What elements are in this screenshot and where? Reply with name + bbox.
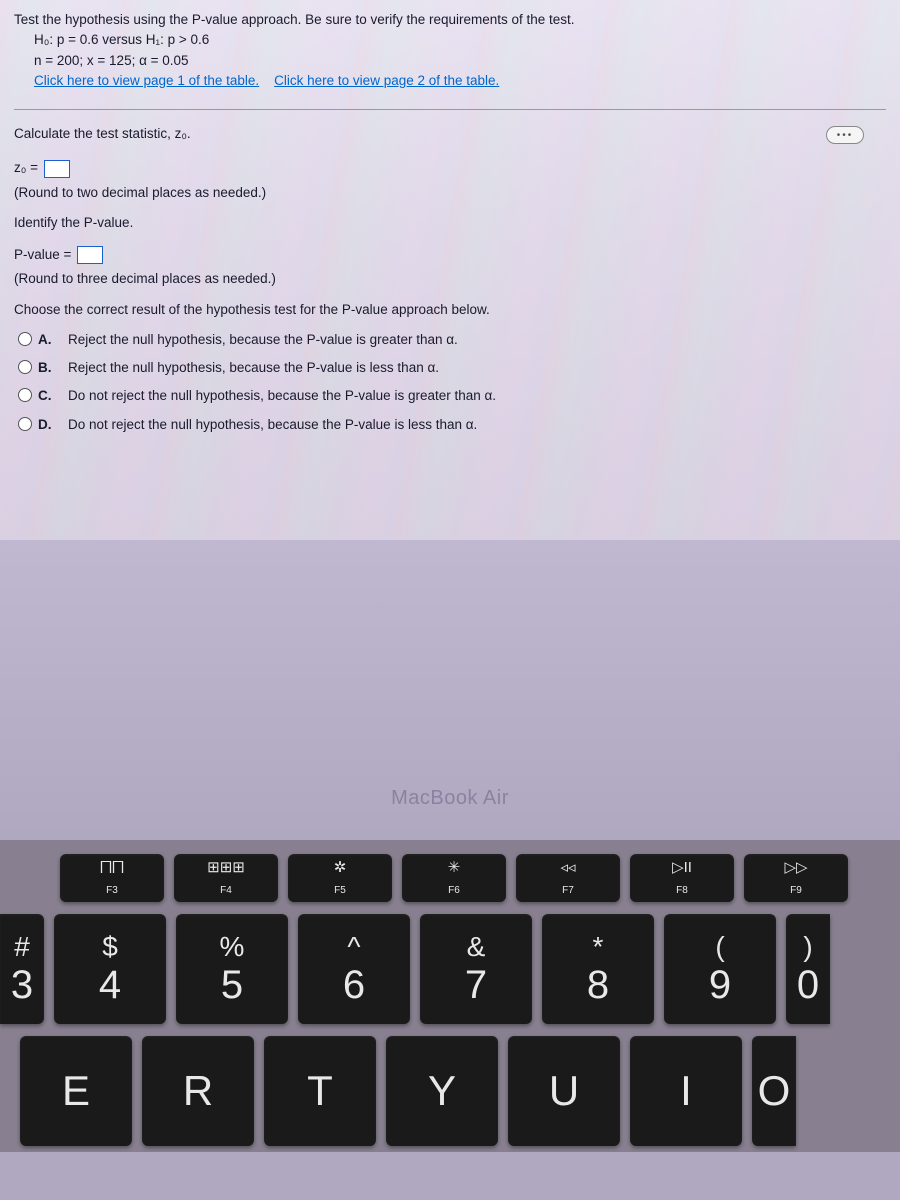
screen-content: Test the hypothesis using the P-value ap… — [0, 0, 900, 540]
key-9-symbol: ( — [715, 933, 724, 961]
f7-key-label: F7 — [562, 885, 574, 896]
option-a[interactable]: A. Reject the null hypothesis, because t… — [18, 330, 886, 350]
f9-key[interactable]: ▷▷ F9 — [744, 854, 848, 902]
f5-key-label: F5 — [334, 885, 346, 896]
key-9-number: 9 — [709, 965, 731, 1005]
f6-key-label: F6 — [448, 885, 460, 896]
option-b-text: Reject the null hypothesis, because the … — [68, 358, 439, 378]
key-y[interactable]: Y — [386, 1036, 498, 1146]
ellipsis-icon: ••• — [837, 128, 854, 143]
function-key-row: ⨅⨅ F3 ⊞⊞⊞ F4 ✲ F5 ✳ F6 ◃◃ F7 ▷II F8 ▷▷ F9 — [0, 848, 900, 908]
option-b-letter: B. — [38, 358, 56, 378]
key-3[interactable]: #3 — [0, 914, 44, 1024]
key-0[interactable]: )0 — [786, 914, 830, 1024]
pvalue-label: P-value = — [14, 247, 71, 262]
letter-key-row: ERTYUIO — [0, 1030, 900, 1152]
f8-key[interactable]: ▷II F8 — [630, 854, 734, 902]
option-c-text: Do not reject the null hypothesis, becau… — [68, 386, 496, 406]
key-9[interactable]: (9 — [664, 914, 776, 1024]
f9-key-icon: ▷▷ — [784, 860, 807, 875]
option-d[interactable]: D. Do not reject the null hypothesis, be… — [18, 415, 886, 435]
key-8-number: 8 — [587, 965, 609, 1005]
keyboard: ⨅⨅F3⊞⊞⊞F4✲F5✳F6◃◃F7▷IIF8▷▷F9 #3$4%5^6&7*… — [0, 840, 900, 1152]
key-7-symbol: & — [467, 933, 486, 961]
key-o[interactable]: O — [752, 1036, 796, 1146]
key-6[interactable]: ^6 — [298, 914, 410, 1024]
f3-key-label: F3 — [106, 885, 118, 896]
f4-key-label: F4 — [220, 885, 232, 896]
key-6-symbol: ^ — [347, 933, 360, 961]
option-d-text: Do not reject the null hypothesis, becau… — [68, 415, 477, 435]
q2-hint: (Round to three decimal places as needed… — [14, 269, 886, 289]
table-page2-link[interactable]: Click here to view page 2 of the table. — [274, 73, 499, 88]
z0-label: z₀ = — [14, 160, 38, 175]
key-0-symbol: ) — [803, 933, 812, 961]
f4-key-icon: ⊞⊞⊞ — [207, 860, 245, 875]
option-c-letter: C. — [38, 386, 56, 406]
table-page1-link[interactable]: Click here to view page 1 of the table. — [34, 73, 259, 88]
key-4-symbol: $ — [102, 933, 118, 961]
option-a-letter: A. — [38, 330, 56, 350]
radio-c[interactable] — [18, 388, 32, 402]
f3-key[interactable]: ⨅⨅ F3 — [60, 854, 164, 902]
key-e[interactable]: E — [20, 1036, 132, 1146]
option-a-text: Reject the null hypothesis, because the … — [68, 330, 458, 350]
f6-key[interactable]: ✳ F6 — [402, 854, 506, 902]
key-6-number: 6 — [343, 965, 365, 1005]
radio-d[interactable] — [18, 417, 32, 431]
q2-prompt: Identify the P-value. — [14, 213, 886, 233]
parameters: n = 200; x = 125; α = 0.05 — [34, 51, 886, 71]
radio-b[interactable] — [18, 360, 32, 374]
q1-prompt: Calculate the test statistic, z₀. — [14, 124, 886, 144]
f4-key[interactable]: ⊞⊞⊞ F4 — [174, 854, 278, 902]
f6-key-icon: ✳ — [448, 860, 461, 875]
physical-device: MacBook Air ⨅⨅ F3 ⊞⊞⊞ F4 ✲ F5 ✳ F6 ◃◃ F7 ▷II F8 ▷▷ F9… — [0, 540, 900, 1200]
f5-key-icon: ✲ — [334, 860, 347, 875]
q1-hint: (Round to two decimal places as needed.) — [14, 183, 886, 203]
key-i[interactable]: I — [630, 1036, 742, 1146]
f8-key-label: F8 — [676, 885, 688, 896]
key-4-number: 4 — [99, 965, 121, 1005]
key-0-number: 0 — [797, 965, 819, 1005]
key-u[interactable]: U — [508, 1036, 620, 1146]
f9-key-label: F9 — [790, 885, 802, 896]
divider — [14, 109, 886, 110]
q3-prompt: Choose the correct result of the hypothe… — [14, 300, 886, 320]
key-8-symbol: * — [593, 933, 604, 961]
radio-a[interactable] — [18, 332, 32, 346]
key-5-symbol: % — [220, 933, 245, 961]
option-d-letter: D. — [38, 415, 56, 435]
key-r[interactable]: R — [142, 1036, 254, 1146]
laptop-bezel: MacBook Air — [0, 540, 900, 840]
f3-key-icon: ⨅⨅ — [100, 860, 124, 875]
problem-intro: Test the hypothesis using the P-value ap… — [14, 10, 886, 30]
f8-key-icon: ▷II — [672, 860, 692, 875]
key-4[interactable]: $4 — [54, 914, 166, 1024]
more-button[interactable]: ••• — [826, 126, 864, 144]
option-b[interactable]: B. Reject the null hypothesis, because t… — [18, 358, 886, 378]
key-7[interactable]: &7 — [420, 914, 532, 1024]
f7-key-icon: ◃◃ — [560, 860, 575, 875]
z0-input[interactable] — [44, 160, 70, 178]
key-5-number: 5 — [221, 965, 243, 1005]
number-key-row: #3$4%5^6&7*8(9)0 — [0, 908, 900, 1030]
option-c[interactable]: C. Do not reject the null hypothesis, be… — [18, 386, 886, 406]
key-8[interactable]: *8 — [542, 914, 654, 1024]
device-label: MacBook Air — [391, 787, 509, 810]
hypothesis-statement: H₀: p = 0.6 versus H₁: p > 0.6 — [34, 30, 886, 50]
f5-key[interactable]: ✲ F5 — [288, 854, 392, 902]
pvalue-input[interactable] — [77, 246, 103, 264]
key-7-number: 7 — [465, 965, 487, 1005]
key-t[interactable]: T — [264, 1036, 376, 1146]
f7-key[interactable]: ◃◃ F7 — [516, 854, 620, 902]
key-5[interactable]: %5 — [176, 914, 288, 1024]
